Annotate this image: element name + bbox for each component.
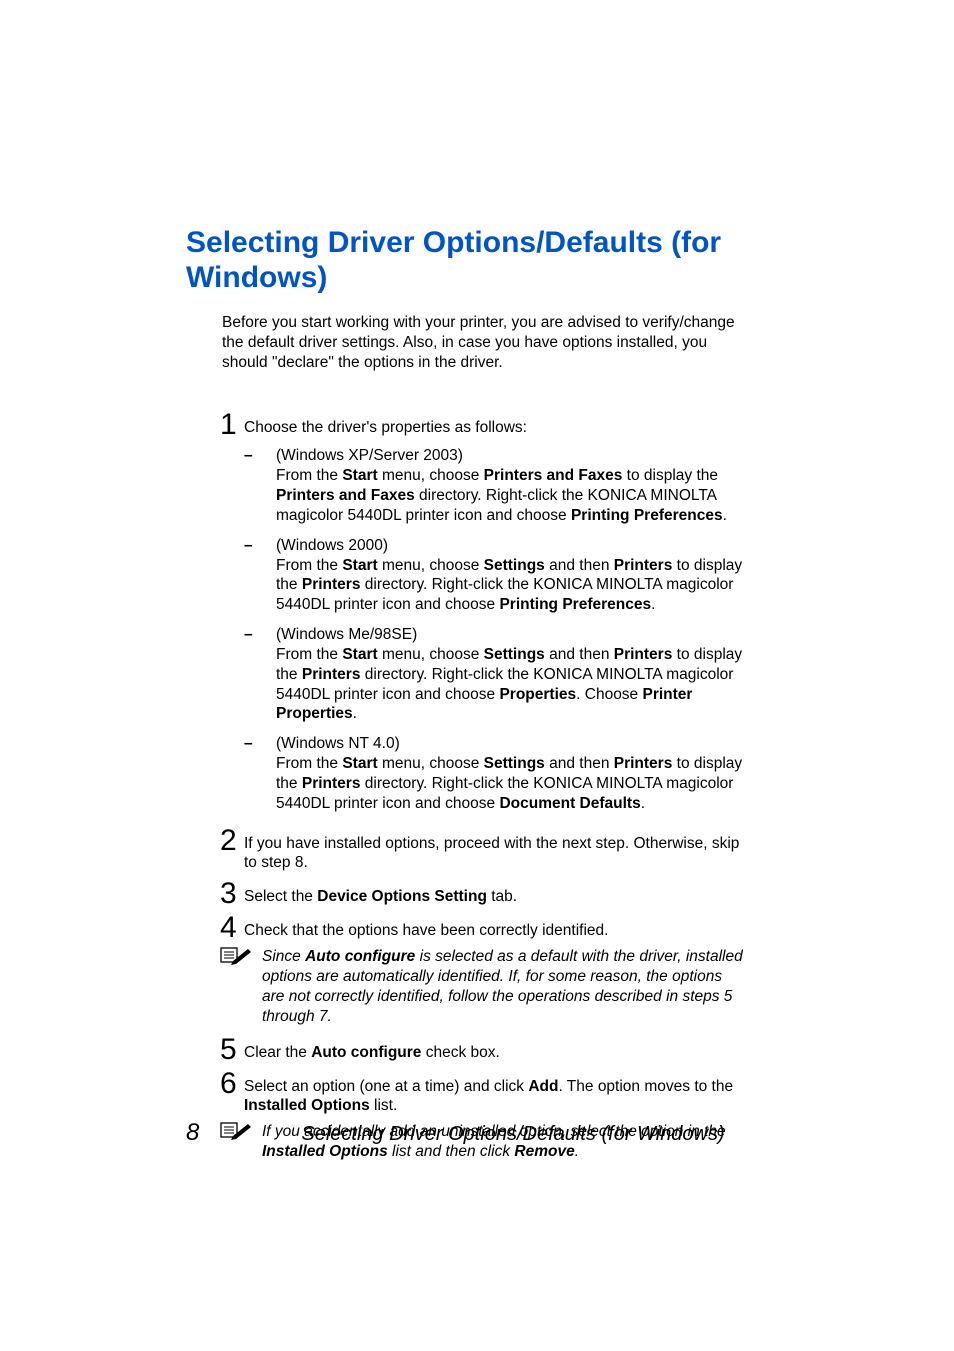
- sub-item-xp: – (Windows XP/Server 2003) From the Star…: [244, 446, 748, 525]
- step-1: 1 Choose the driver's properties as foll…: [220, 408, 748, 438]
- step-text: Choose the driver's properties as follow…: [244, 418, 527, 438]
- printing-preferences: Printing Preferences: [499, 596, 651, 613]
- t: list.: [370, 1097, 398, 1114]
- t: check box.: [421, 1044, 499, 1061]
- note-icon: [220, 947, 262, 1026]
- settings: Settings: [484, 646, 545, 663]
- add-button-label: Add: [528, 1078, 558, 1095]
- step-1-sublist: – (Windows XP/Server 2003) From the Star…: [244, 446, 748, 813]
- step-text: Clear the Auto configure check box.: [244, 1043, 500, 1063]
- os-label: (Windows Me/98SE): [276, 626, 417, 643]
- footer-title: Selecting Driver Options/Defaults (for W…: [301, 1123, 724, 1146]
- t: menu, choose: [378, 557, 484, 574]
- page-footer: 8 Selecting Driver Options/Defaults (for…: [186, 1119, 748, 1147]
- t: and then: [545, 646, 614, 663]
- page-title: Selecting Driver Options/Defaults (for W…: [186, 226, 748, 295]
- t: . Choose: [576, 686, 642, 703]
- installed-options: Installed Options: [244, 1097, 370, 1114]
- device-options-setting: Device Options Setting: [317, 888, 487, 905]
- printers-dir: Printers: [302, 576, 361, 593]
- step-number: 4: [220, 913, 244, 943]
- start-menu: Start: [342, 467, 377, 484]
- t: .: [723, 507, 727, 524]
- t: to display the: [622, 467, 718, 484]
- step-5: 5 Clear the Auto configure check box.: [220, 1033, 748, 1063]
- step-number: 1: [220, 410, 244, 440]
- start-menu: Start: [342, 755, 377, 772]
- page-number: 8: [186, 1119, 199, 1147]
- auto-configure: Auto configure: [311, 1044, 421, 1061]
- step-3: 3 Select the Device Options Setting tab.: [220, 877, 748, 907]
- step-number: 6: [220, 1069, 244, 1099]
- step-6: 6 Select an option (one at a time) and c…: [220, 1067, 748, 1117]
- t: From the: [276, 646, 342, 663]
- t: From the: [276, 467, 342, 484]
- auto-configure: Auto configure: [305, 948, 415, 965]
- step-2: 2 If you have installed options, proceed…: [220, 824, 748, 874]
- printers-faxes: Printers and Faxes: [484, 467, 623, 484]
- printers: Printers: [614, 557, 673, 574]
- start-menu: Start: [342, 557, 377, 574]
- t: menu, choose: [378, 467, 484, 484]
- intro-paragraph: Before you start working with your print…: [222, 313, 746, 372]
- dash-icon: –: [244, 625, 276, 724]
- start-menu: Start: [342, 646, 377, 663]
- settings: Settings: [484, 557, 545, 574]
- step-4: 4 Check that the options have been corre…: [220, 911, 748, 941]
- t: . The option moves to the: [558, 1078, 733, 1095]
- step-number: 3: [220, 879, 244, 909]
- sub-item-me98: – (Windows Me/98SE) From the Start menu,…: [244, 625, 748, 724]
- t: .: [651, 596, 655, 613]
- t: Since: [262, 948, 305, 965]
- step-text: Select the Device Options Setting tab.: [244, 887, 517, 907]
- os-label: (Windows NT 4.0): [276, 735, 400, 752]
- t: Select the: [244, 888, 317, 905]
- printers-dir: Printers: [302, 666, 361, 683]
- document-defaults: Document Defaults: [499, 795, 640, 812]
- t: Clear the: [244, 1044, 311, 1061]
- printers-dir: Printers: [302, 775, 361, 792]
- t: From the: [276, 755, 342, 772]
- printing-preferences: Printing Preferences: [571, 507, 723, 524]
- sub-item-2000: – (Windows 2000) From the Start menu, ch…: [244, 536, 748, 615]
- os-label: (Windows XP/Server 2003): [276, 447, 463, 464]
- t: and then: [545, 557, 614, 574]
- t: menu, choose: [378, 646, 484, 663]
- t: Select an option (one at a time) and cli…: [244, 1078, 528, 1095]
- step-text: If you have installed options, proceed w…: [244, 834, 748, 874]
- dash-icon: –: [244, 446, 276, 525]
- dash-icon: –: [244, 734, 276, 813]
- step-number: 2: [220, 826, 244, 856]
- step-number: 5: [220, 1035, 244, 1065]
- printers: Printers: [614, 755, 673, 772]
- settings: Settings: [484, 755, 545, 772]
- note-autoconfigure: Since Auto configure is selected as a de…: [220, 947, 748, 1026]
- step-text: Select an option (one at a time) and cli…: [244, 1077, 748, 1117]
- t: From the: [276, 557, 342, 574]
- printers-faxes-dir: Printers and Faxes: [276, 487, 415, 504]
- t: and then: [545, 755, 614, 772]
- t: menu, choose: [378, 755, 484, 772]
- properties: Properties: [499, 686, 576, 703]
- printers: Printers: [614, 646, 673, 663]
- os-label: (Windows 2000): [276, 537, 388, 554]
- t: tab.: [487, 888, 517, 905]
- dash-icon: –: [244, 536, 276, 615]
- t: .: [353, 705, 357, 722]
- sub-item-nt4: – (Windows NT 4.0) From the Start menu, …: [244, 734, 748, 813]
- step-text: Check that the options have been correct…: [244, 921, 608, 941]
- t: .: [641, 795, 645, 812]
